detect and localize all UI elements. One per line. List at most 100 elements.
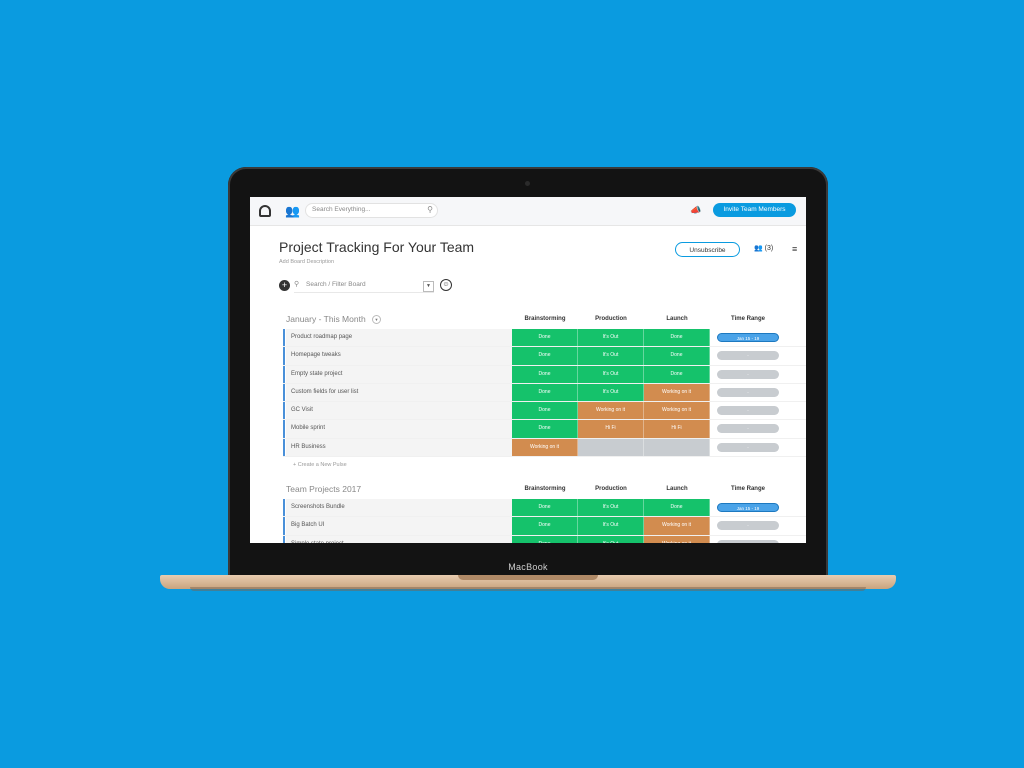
new-pulse-label: + Create a New Pulse [293,462,347,469]
laptop-frame: 👥 Search Everything... ⚲ 📣 Invite Team M… [228,167,828,579]
board-description[interactable]: Add Board Description [279,259,334,265]
table-row[interactable]: Mobile sprint Done Hi Fi Hi Fi - [283,420,806,439]
table-row[interactable]: Screenshots Bundle Done It's Out Done Jan 15… [283,499,806,518]
status-cell-brainstorming[interactable]: Done [512,517,578,535]
filter-icon: ⚲ [294,281,300,288]
row-color-stripe [283,499,285,517]
status-cell-production[interactable]: Hi Fi [578,420,644,438]
table-row[interactable]: Custom fields for user list Done It's Out W… [283,383,806,403]
status-cell-production[interactable]: It's Out [578,499,644,517]
row-color-stripe [283,420,285,438]
column-header-launch[interactable]: Launch [644,486,710,492]
menu-icon[interactable]: ≡ [792,244,797,254]
status-cell-launch[interactable]: Working on it [644,402,710,420]
search-input[interactable]: Search Everything... ⚲ [305,203,438,218]
status-cell-brainstorming[interactable]: Done [512,329,578,347]
time-range-pill[interactable]: - [717,424,779,434]
column-header-time-range[interactable]: Time Range [715,316,781,322]
status-cell-launch[interactable]: Working on it [644,517,710,535]
column-header-production[interactable]: Production [578,316,644,322]
table-row[interactable]: Big Batch UI Done It's Out Working on it - [283,517,806,536]
status-cell-launch[interactable]: Done [644,347,710,365]
laptop-notch [458,575,598,580]
table-row[interactable]: Homepage tweaks Done It's Out Done - [283,347,806,366]
chevron-down-icon[interactable]: ▼ [372,315,381,324]
new-pulse-row[interactable]: + Create a New Pulse [283,457,806,473]
status-cell-launch[interactable]: Hi Fi [644,420,710,438]
status-cell-production[interactable]: It's Out [578,347,644,365]
user-icon[interactable]: 👥 [285,204,300,218]
status-cell-production[interactable]: It's Out [578,329,644,347]
status-cell-brainstorming[interactable]: Done [512,420,578,438]
status-cell-brainstorming[interactable]: Done [512,347,578,365]
group-title[interactable]: January - This Month [286,314,366,324]
time-range-pill[interactable]: - [717,442,779,452]
filter-placeholder: Search / Filter Board [306,281,366,288]
time-range-pill[interactable]: - [717,521,779,531]
status-cell-launch[interactable]: Working on it [644,535,710,543]
pulse-name[interactable]: HR Business [291,444,326,450]
column-header-brainstorming[interactable]: Brainstorming [512,486,578,492]
invite-button[interactable]: Invite Team Members [713,203,796,217]
pulse-name[interactable]: Custom fields for user list [291,389,358,395]
camera [525,181,530,186]
logo-icon[interactable] [259,205,271,217]
pulse-name[interactable]: Empty state project [291,371,342,377]
table-row[interactable]: Empty state project Done It's Out Done - [283,365,806,384]
group-rows: Screenshots Bundle Done It's Out Done Jan 15… [283,499,806,543]
status-cell-production[interactable]: It's Out [578,365,644,383]
status-cell-launch[interactable]: Working on it [644,383,710,402]
status-cell-launch[interactable]: Done [644,499,710,517]
pulse-name[interactable]: Mobile sprint [291,425,325,431]
status-cell-launch[interactable]: Done [644,329,710,347]
time-range-pill[interactable]: - [717,539,779,543]
group-title[interactable]: Team Projects 2017 [286,484,361,494]
status-cell-production[interactable]: Working on it [578,402,644,420]
status-cell-brainstorming[interactable]: Done [512,383,578,402]
status-cell-production[interactable]: It's Out [578,517,644,535]
group-january: January - This Month ▼ Brainstorming Pro… [283,311,806,473]
status-cell-brainstorming[interactable]: Done [512,535,578,543]
status-cell-brainstorming[interactable]: Done [512,402,578,420]
status-cell-brainstorming[interactable]: Done [512,499,578,517]
column-header-brainstorming[interactable]: Brainstorming [512,316,578,322]
table-row[interactable]: Product roadmap page Done It's Out Done Jan … [283,329,806,348]
time-range-pill[interactable]: - [717,406,779,416]
time-range-pill[interactable]: Jan 15 - 19 [717,503,779,512]
status-cell-production[interactable]: It's Out [578,383,644,402]
group-header: January - This Month ▼ Brainstorming Pro… [283,311,806,329]
pulse-name[interactable]: GC Visit [291,407,313,413]
time-range-pill[interactable]: - [717,387,779,397]
unsubscribe-button[interactable]: Unsubscribe [675,242,740,257]
status-cell-production[interactable]: It's Out [578,535,644,543]
status-cell-brainstorming[interactable]: Done [512,365,578,383]
column-header-production[interactable]: Production [578,486,644,492]
add-icon[interactable]: + [279,280,290,291]
column-header-time-range[interactable]: Time Range [715,486,781,492]
pulse-name[interactable]: Homepage tweaks [291,352,341,358]
status-cell-production[interactable] [578,438,644,457]
time-range-pill[interactable]: - [717,369,779,379]
row-color-stripe [283,347,285,365]
row-color-stripe [283,438,285,457]
dropdown-icon[interactable]: ▼ [423,281,434,292]
group-team-projects: Team Projects 2017 Brainstorming Product… [283,481,806,543]
status-cell-launch[interactable] [644,438,710,457]
page-title: Project Tracking For Your Team [279,239,475,255]
table-row[interactable]: HR Business Working on it - [283,438,806,458]
table-row[interactable]: GC Visit Done Working on it Working on it - [283,402,806,421]
time-range-pill[interactable]: Jan 15 - 19 [717,333,779,342]
time-range-pill[interactable]: - [717,351,779,361]
status-cell-brainstorming[interactable]: Working on it [512,438,578,457]
pulse-name[interactable]: Screenshots Bundle [291,504,345,510]
pulse-name[interactable]: Simple state project [291,541,344,543]
table-row[interactable]: Simple state project DoneIt's OutWorking … [283,535,806,543]
status-cell-launch[interactable]: Done [644,365,710,383]
subscribers-icon[interactable]: 👥 (3) [754,244,773,252]
column-header-launch[interactable]: Launch [644,316,710,322]
megaphone-icon[interactable]: 📣 [690,205,701,216]
pulse-name[interactable]: Big Batch UI [291,522,324,528]
person-icon[interactable]: ☺ [440,279,452,291]
pulse-name[interactable]: Product roadmap page [291,334,352,340]
filter-input[interactable]: ⚲ Search / Filter Board [294,278,434,293]
